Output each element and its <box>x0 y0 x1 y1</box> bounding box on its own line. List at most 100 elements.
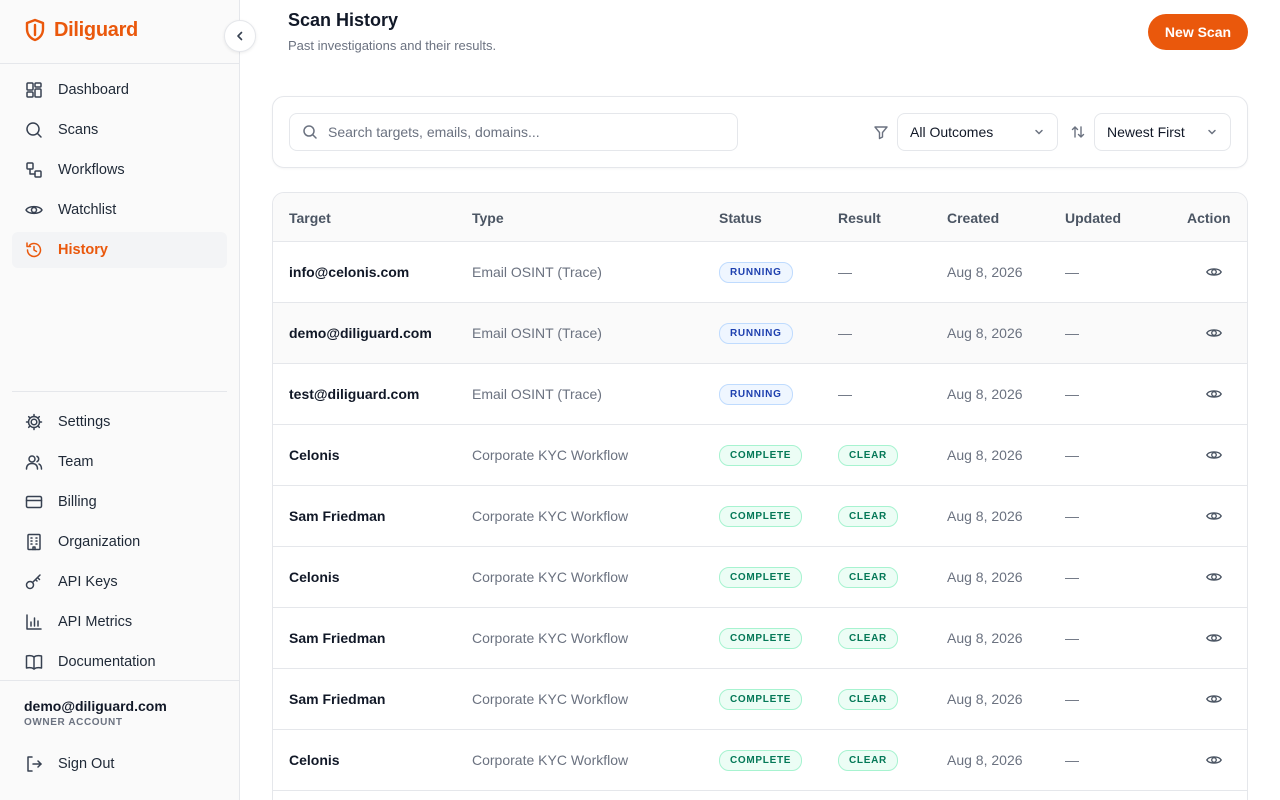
cell-result: CLEAR <box>838 486 898 546</box>
column-header-target[interactable]: Target <box>289 210 331 226</box>
view-eye-icon[interactable] <box>1205 629 1223 647</box>
cell-action <box>1205 242 1223 302</box>
search-input[interactable] <box>328 124 708 140</box>
table-row[interactable]: Celonis Corporate KYC Workflow COMPLETE CLE… <box>273 547 1247 608</box>
cell-type: Email OSINT (Trace) <box>472 325 602 341</box>
sidebar-item-settings[interactable]: Settings <box>12 404 227 440</box>
search-box[interactable] <box>289 113 738 151</box>
cell-status: COMPLETE <box>719 730 803 790</box>
cell-target: demo@diliguard.com <box>289 325 432 341</box>
cell-status: COMPLETE <box>719 425 803 485</box>
cell-type: Corporate KYC Workflow <box>472 691 629 707</box>
cell-created: Aug 8, 2026 <box>947 447 1023 463</box>
result-badge: CLEAR <box>838 444 898 466</box>
column-header-updated[interactable]: Updated <box>1065 210 1121 226</box>
column-header-result[interactable]: Result <box>838 210 881 226</box>
column-header-action: Action <box>1187 210 1231 226</box>
outcome-select-value: All Outcomes <box>910 124 994 140</box>
column-header-status[interactable]: Status <box>719 210 762 226</box>
chevron-left-icon <box>237 31 243 41</box>
sidebar-item-label: History <box>58 242 108 258</box>
sidebar-item-documentation[interactable]: Documentation <box>12 644 227 680</box>
view-eye-icon[interactable] <box>1205 507 1223 525</box>
cell-type: Email OSINT (Trace) <box>472 386 602 402</box>
cell-result: CLEAR <box>838 547 898 607</box>
sidebar-item-organization[interactable]: Organization <box>12 524 227 560</box>
account-email: demo@diliguard.com <box>24 698 167 714</box>
cell-target: Sam Friedman <box>289 508 386 524</box>
status-badge: COMPLETE <box>719 505 803 527</box>
cell-type: Email OSINT (Trace) <box>472 264 602 280</box>
view-eye-icon[interactable] <box>1205 385 1223 403</box>
table-row[interactable]: Celonis Corporate KYC Workflow COMPLETE CLE… <box>273 425 1247 486</box>
sidebar-item-dashboard[interactable]: Dashboard <box>12 72 227 108</box>
sidebar-item-label: Team <box>58 454 94 470</box>
workflow-icon <box>26 162 42 178</box>
view-eye-icon[interactable] <box>1205 751 1223 769</box>
sidebar-item-api-metrics[interactable]: API Metrics <box>12 604 227 640</box>
view-eye-icon[interactable] <box>1205 568 1223 586</box>
sidebar-item-label: Billing <box>58 494 97 510</box>
brand-logo[interactable]: Diliguard <box>24 18 138 42</box>
cell-action <box>1205 669 1223 729</box>
filter-icon[interactable] <box>873 124 889 140</box>
table-row[interactable]: Sam Friedman Corporate KYC Workflow COMPLE… <box>273 486 1247 547</box>
status-badge: COMPLETE <box>719 688 803 710</box>
view-eye-icon[interactable] <box>1205 446 1223 464</box>
cell-result: — <box>838 303 852 363</box>
new-scan-button[interactable]: New Scan <box>1148 14 1248 50</box>
cell-status: RUNNING <box>719 242 793 302</box>
sort-select[interactable]: Newest First <box>1094 113 1231 151</box>
cell-updated: — <box>1065 752 1079 768</box>
cell-created: Aug 8, 2026 <box>947 325 1023 341</box>
sidebar-item-label: Workflows <box>58 162 125 178</box>
sidebar-item-label: Dashboard <box>58 82 129 98</box>
status-badge: RUNNING <box>719 261 793 283</box>
building-icon <box>27 533 41 551</box>
view-eye-icon[interactable] <box>1205 263 1223 281</box>
cell-target: info@celonis.com <box>289 264 410 280</box>
sidebar-item-team[interactable]: Team <box>12 444 227 480</box>
sidebar-item-api-keys[interactable]: API Keys <box>12 564 227 600</box>
table-header: Target Type Status Result Created Update… <box>273 193 1247 242</box>
cell-status: RUNNING <box>719 303 793 363</box>
status-badge: COMPLETE <box>719 627 803 649</box>
sidebar-item-scans[interactable]: Scans <box>12 112 227 148</box>
view-eye-icon[interactable] <box>1205 324 1223 342</box>
column-header-type[interactable]: Type <box>472 210 504 226</box>
table-row[interactable]: Celonis Corporate KYC Workflow COMPLETE CLE… <box>273 730 1247 791</box>
column-header-created[interactable]: Created <box>947 210 999 226</box>
status-badge: COMPLETE <box>719 444 803 466</box>
cell-created: Aug 8, 2026 <box>947 630 1023 646</box>
cell-result: CLEAR <box>838 608 898 668</box>
sidebar-item-watchlist[interactable]: Watchlist <box>12 192 227 228</box>
collapse-sidebar-button[interactable] <box>224 20 256 52</box>
cell-type: Corporate KYC Workflow <box>472 569 629 585</box>
table-row[interactable]: Sam Friedman Corporate KYC Workflow COMPLE… <box>273 608 1247 669</box>
credit-card-icon <box>25 495 43 509</box>
sort-icon[interactable] <box>1070 124 1086 140</box>
sidebar-item-history[interactable]: History <box>12 232 227 268</box>
eye-icon <box>25 205 43 215</box>
sidebar-item-billing[interactable]: Billing <box>12 484 227 520</box>
table-row[interactable]: Sam Friedman Corporate KYC Workflow COMPLE… <box>273 669 1247 730</box>
scan-history-table: Target Type Status Result Created Update… <box>272 192 1248 800</box>
result-badge: CLEAR <box>838 627 898 649</box>
cell-updated: — <box>1065 569 1079 585</box>
sign-out-button[interactable]: Sign Out <box>24 754 114 774</box>
cell-result: — <box>838 242 852 302</box>
secondary-nav: Settings Team Billing Organization API Keys A… <box>12 404 227 684</box>
cell-action <box>1205 608 1223 668</box>
cell-target: Celonis <box>289 569 340 585</box>
table-row[interactable]: info@celonis.com Email OSINT (Trace) RUNNI… <box>273 242 1247 303</box>
result-text: — <box>838 386 852 402</box>
page-subtitle: Past investigations and their results. <box>288 38 497 53</box>
table-row[interactable]: test@diliguard.com Email OSINT (Trace) RUN… <box>273 364 1247 425</box>
sort-select-value: Newest First <box>1107 124 1185 140</box>
cell-action <box>1205 730 1223 790</box>
view-eye-icon[interactable] <box>1205 690 1223 708</box>
cell-status: COMPLETE <box>719 669 803 729</box>
table-row[interactable]: demo@diliguard.com Email OSINT (Trace) RUN… <box>273 303 1247 364</box>
sidebar-item-workflows[interactable]: Workflows <box>12 152 227 188</box>
outcome-select[interactable]: All Outcomes <box>897 113 1058 151</box>
